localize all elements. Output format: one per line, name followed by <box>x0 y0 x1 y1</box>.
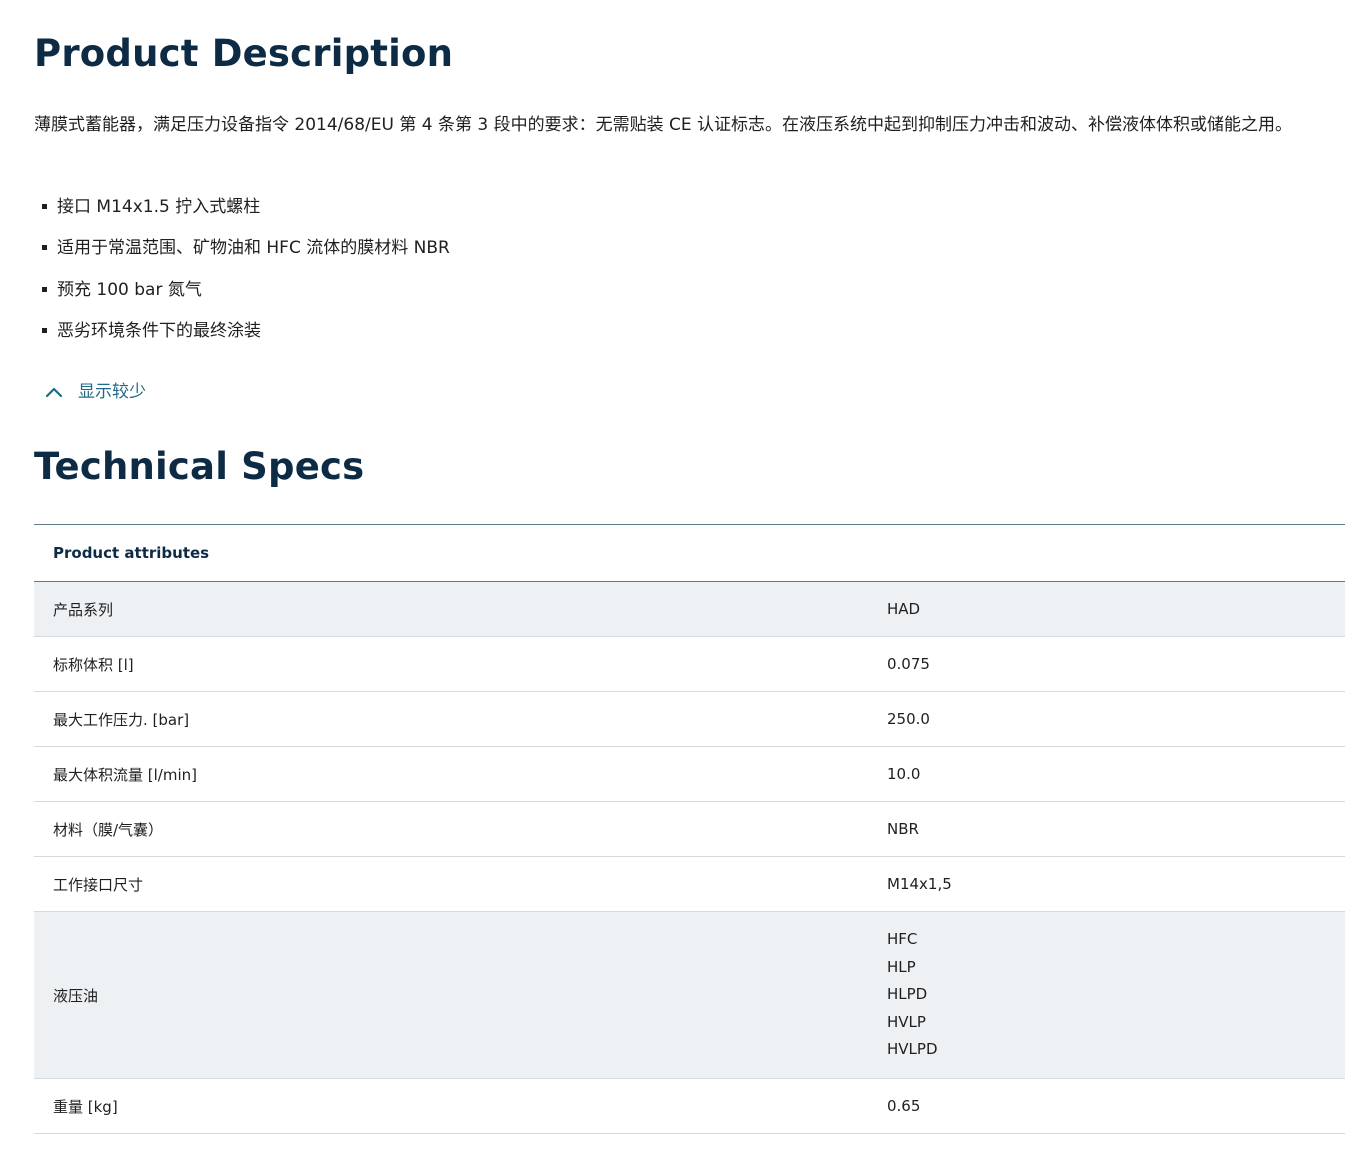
attribute-value: 0.65 <box>887 1097 921 1115</box>
bullet-icon <box>42 286 47 292</box>
list-item: 预充 100 bar 氮气 <box>34 276 450 317</box>
table-row: 产品系列 HAD <box>34 582 1345 637</box>
list-item: 恶劣环境条件下的最终涂装 <box>34 317 450 358</box>
attribute-label: 工作接口尺寸 <box>53 875 144 894</box>
attribute-value: 0.075 <box>887 655 930 673</box>
attribute-label: 液压油 <box>53 986 99 1005</box>
bullet-icon <box>42 204 47 209</box>
list-item: 接口 M14x1.5 拧入式螺柱 <box>34 193 450 234</box>
attribute-value: NBR <box>887 820 919 838</box>
table-row: 标称体积 [l] 0.075 <box>34 637 1345 692</box>
attribute-label: 标称体积 [l] <box>53 655 134 674</box>
attribute-label: 重量 [kg] <box>53 1097 118 1116</box>
bullet-icon <box>42 245 47 251</box>
attribute-value: HLP <box>887 957 916 976</box>
product-description-title: Product Description <box>34 32 454 75</box>
spec-table: Product attributes 产品系列 HAD 标称体积 [l] 0.0… <box>34 524 1345 1134</box>
product-description-text: 薄膜式蓄能器，满足压力设备指令 2014/68/EU 第 4 条第 3 段中的要… <box>34 115 1293 135</box>
table-row: 液压油 HFC HLP HLPD HVLP HVLPD <box>34 912 1345 1079</box>
feature-list: 接口 M14x1.5 拧入式螺柱 适用于常温范围、矿物油和 HFC 流体的膜材料… <box>34 193 450 358</box>
table-header: Product attributes <box>34 525 1345 582</box>
attribute-label: 最大工作压力. [bar] <box>53 710 190 729</box>
attribute-value: HVLPD <box>887 1040 938 1059</box>
attribute-label: 最大体积流量 [l/min] <box>53 765 197 784</box>
attribute-value: M14x1,5 <box>887 875 952 893</box>
attribute-value: 10.0 <box>887 765 921 783</box>
attribute-value-list: HFC HLP HLPD HVLP HVLPD <box>887 926 1345 1064</box>
technical-specs-title: Technical Specs <box>34 445 365 488</box>
attribute-label: 产品系列 <box>53 600 114 619</box>
attribute-value: HFC <box>887 930 918 949</box>
bullet-icon <box>42 327 47 333</box>
table-row: 重量 [kg] 0.65 <box>34 1079 1345 1134</box>
table-row: 材料（膜/气囊） NBR <box>34 802 1345 857</box>
list-item: 适用于常温范围、矿物油和 HFC 流体的膜材料 NBR <box>34 234 450 275</box>
show-less-label: 显示较少 <box>78 382 146 402</box>
attribute-label: 材料（膜/气囊） <box>53 820 164 839</box>
attribute-value: 250.0 <box>887 710 930 728</box>
table-row: 最大体积流量 [l/min] 10.0 <box>34 747 1345 802</box>
attribute-value: HVLP <box>887 1012 926 1031</box>
show-less-button[interactable]: 显示较少 <box>44 378 146 406</box>
attribute-value: HAD <box>887 600 921 618</box>
table-row: 工作接口尺寸 M14x1,5 <box>34 857 1345 912</box>
attribute-value: HLPD <box>887 985 928 1004</box>
chevron-up-icon <box>45 387 63 398</box>
table-row: 最大工作压力. [bar] 250.0 <box>34 692 1345 747</box>
